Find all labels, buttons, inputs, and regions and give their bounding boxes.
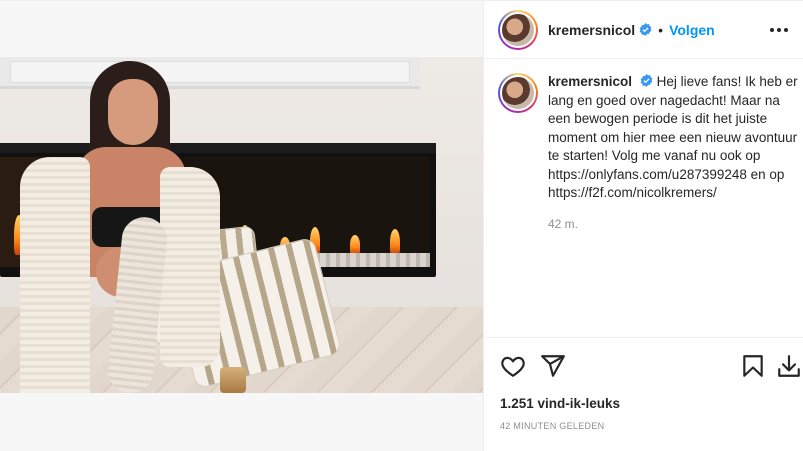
caption-text-between: en op [746, 166, 785, 182]
post-caption: kremersnicol Hej lieve fans! Ik heb er l… [498, 73, 798, 233]
post-header: kremersnicol • Volgen [484, 1, 803, 59]
divider [484, 337, 803, 338]
photo-person [20, 57, 220, 393]
caption-username[interactable]: kremersnicol [548, 74, 632, 89]
instagram-post: kremersnicol • Volgen kremersnicol Hej l… [0, 0, 803, 451]
caption-link-onlyfans[interactable]: https://onlyfans.com/u287399248 [548, 167, 747, 182]
action-bar [484, 351, 803, 383]
avatar[interactable] [498, 73, 538, 113]
caption-time[interactable]: 42 m. [548, 215, 798, 234]
likes-count[interactable]: 1.251 vind-ik-leuks [500, 396, 620, 411]
post-photo[interactable] [0, 57, 483, 393]
bookmark-icon[interactable] [740, 353, 766, 379]
post-timestamp[interactable]: 42 MINUTEN GELEDEN [500, 421, 604, 431]
caption-link-f2f[interactable]: https://f2f.com/nicolkremers/ [548, 185, 717, 200]
header-username[interactable]: kremersnicol [548, 22, 635, 38]
download-icon[interactable] [776, 353, 802, 379]
heart-icon[interactable] [500, 353, 526, 379]
verified-badge-icon [640, 74, 653, 87]
follow-button[interactable]: Volgen [669, 22, 715, 38]
avatar[interactable] [498, 9, 538, 50]
photo-candle [220, 367, 246, 393]
header-separator: • [658, 21, 664, 38]
send-icon[interactable] [540, 353, 566, 379]
post-media[interactable] [0, 1, 483, 451]
verified-badge-icon [639, 23, 652, 36]
post-sidebar: kremersnicol • Volgen kremersnicol Hej l… [483, 1, 803, 451]
more-icon[interactable] [768, 19, 790, 41]
